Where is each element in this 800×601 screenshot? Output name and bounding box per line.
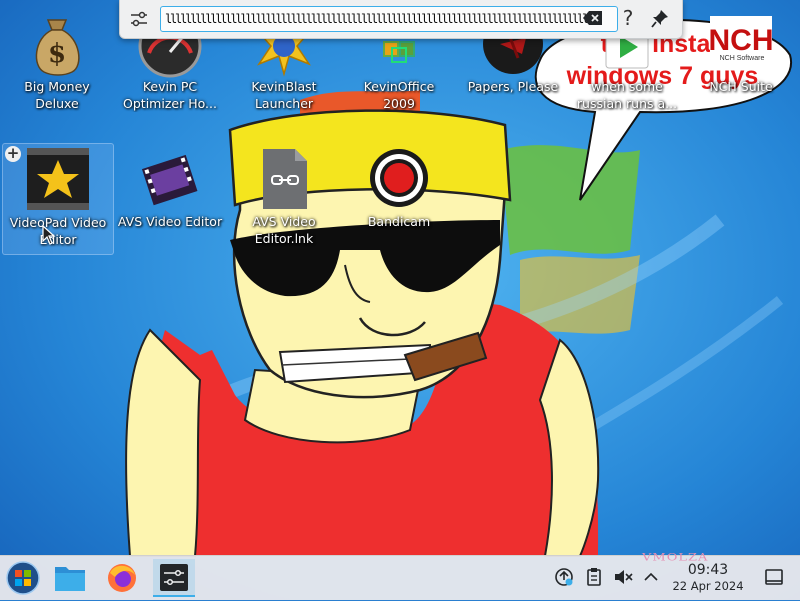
desktop-icon-big-money-deluxe[interactable]: $ Big Money Deluxe [2,8,112,112]
desktop-icon-nch-suite[interactable]: NCH NCH Software NCH Suite [686,8,796,95]
clock-date: 22 Apr 2024 [672,579,744,593]
taskbar-krunner[interactable] [153,559,195,597]
desktop-icon-label: VideoPad Video Editor [9,215,107,247]
desktop-icon-avs-video-editor[interactable]: AVS Video Editor [115,143,225,230]
settings-sliders-icon[interactable] [128,8,150,30]
add-to-selection-icon[interactable]: + [5,146,21,162]
nch-software-caption: NCH Software [714,54,770,63]
digital-clock[interactable]: 09:43 22 Apr 2024 [668,562,748,594]
desktop-icon-bandicam[interactable]: Bandicam [344,143,454,230]
desktop-icon-label: KevinBlast Launcher [251,79,317,111]
updates-icon[interactable] [553,566,575,588]
desktop-icon-label: Bandicam [367,214,431,229]
svg-text:NCH: NCH [709,24,774,57]
desktop-icon-label: KevinOffice 2009 [363,79,435,111]
settings-sliders-icon [160,564,188,591]
clock-time: 09:43 [687,562,729,578]
link-file-icon [249,143,319,213]
desktop-icon-label: Big Money Deluxe [24,79,90,111]
watermark-text: VMOLZA [642,551,709,564]
taskbar-file-manager[interactable] [49,559,91,597]
search-input[interactable] [160,6,618,32]
desktop-icon-label: when some russian runs a... [576,79,678,111]
windows-logo-icon [6,561,40,595]
desktop-icon-label: Papers, Please [467,79,559,94]
videopad-icon [23,144,93,214]
expand-tray-icon[interactable] [640,566,662,588]
taskbar-firefox[interactable] [101,559,143,597]
pin-icon[interactable] [650,8,670,30]
desktop-icon-avs-video-editor-lnk[interactable]: AVS Video Editor.lnk [229,143,339,247]
firefox-icon [108,564,136,592]
money-bag-icon: $ [22,8,92,78]
desktop-icon-label: AVS Video Editor [117,214,223,229]
volume-muted-icon[interactable] [612,566,634,588]
start-menu-button[interactable] [2,559,44,597]
svg-text:$: $ [48,39,66,69]
folder-icon [55,567,85,591]
record-icon [364,143,434,213]
desktop-icon-label: NCH Suite [709,79,773,94]
nch-logo-icon: NCH NCH Software [706,8,776,78]
desktop-icon-label: AVS Video Editor.lnk [252,214,316,246]
show-desktop-button[interactable] [763,566,785,588]
krunner-search-bar: ? [119,0,683,39]
clear-text-icon[interactable] [582,9,604,27]
show-desktop-icon [765,569,783,585]
help-button[interactable]: ? [618,6,638,30]
film-strip-icon [135,143,205,213]
desktop-icon-label: Kevin PC Optimizer Ho... [123,79,217,111]
mouse-cursor-icon [42,225,56,245]
clipboard-icon[interactable] [583,566,605,588]
